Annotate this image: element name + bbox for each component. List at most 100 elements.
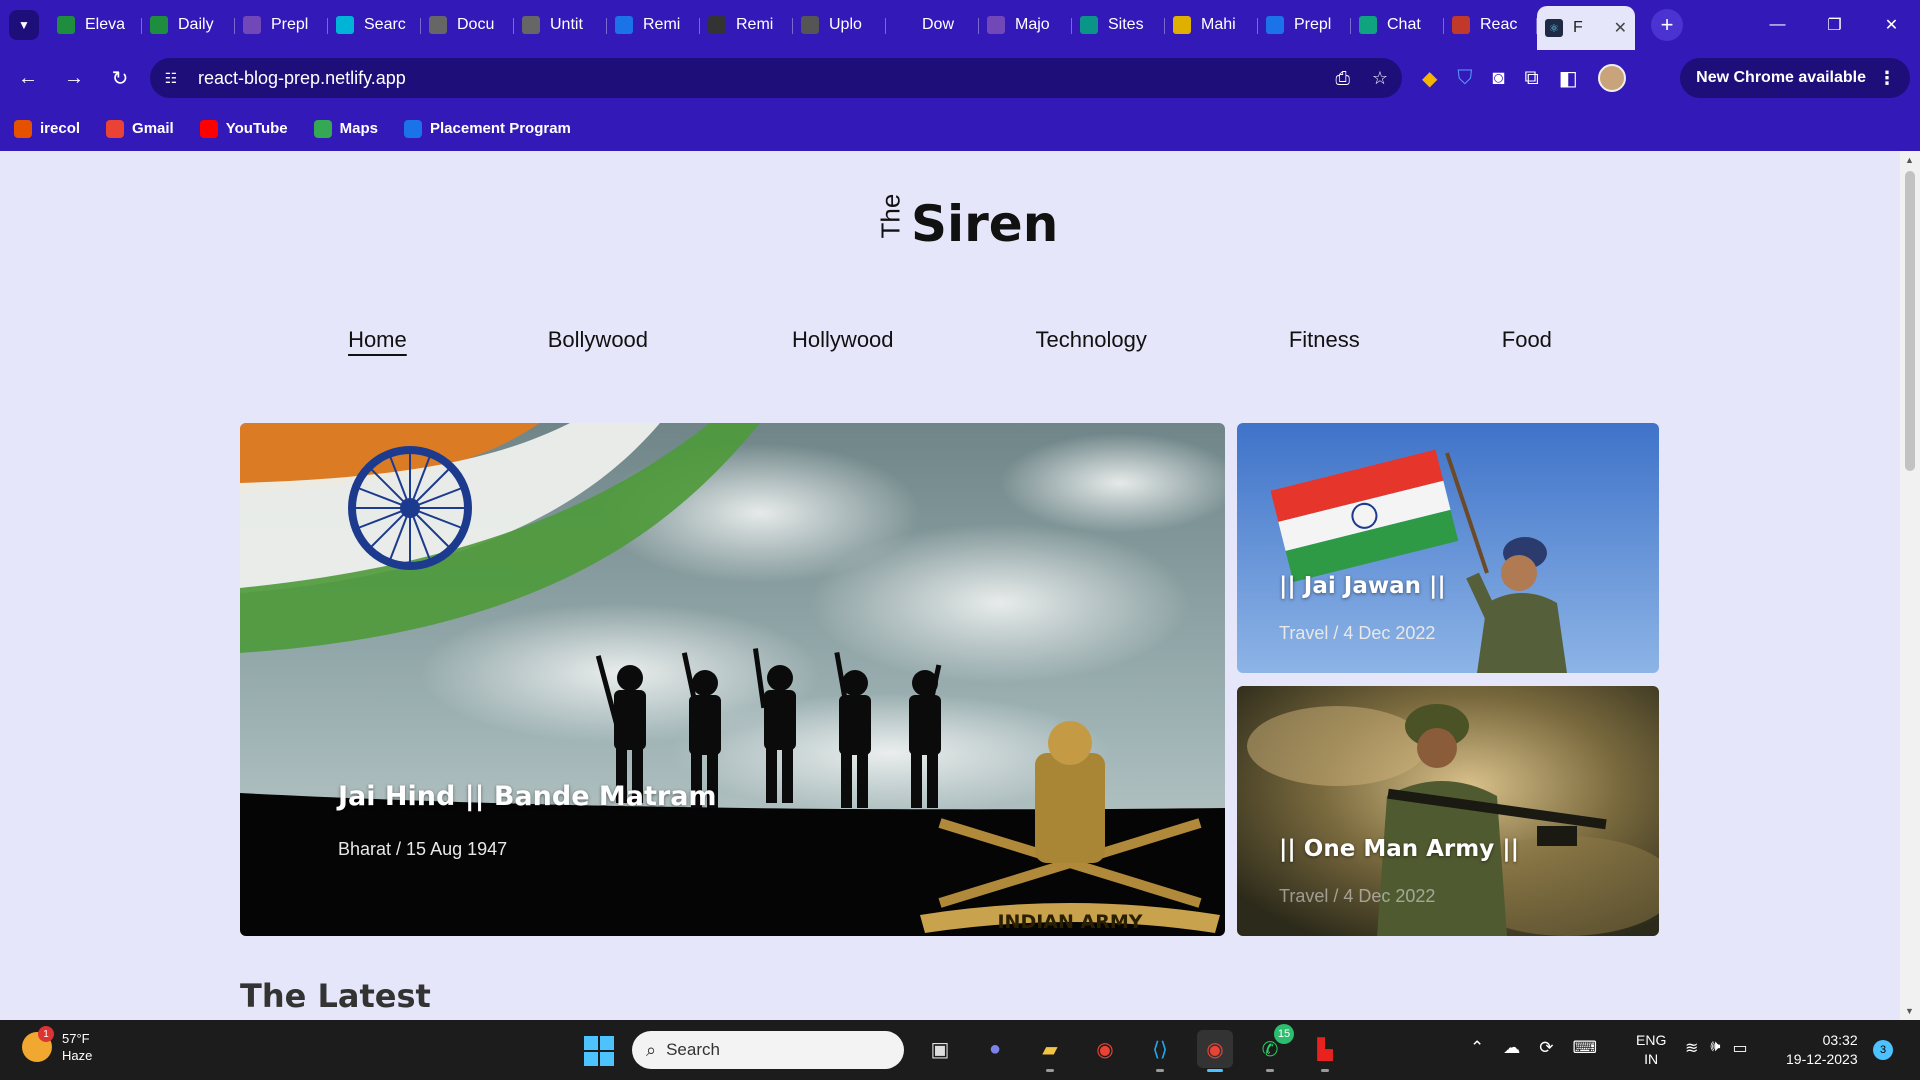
language-indicator[interactable]: ENG IN: [1636, 1031, 1666, 1069]
browser-tab[interactable]: Prepl: [235, 6, 328, 44]
nav-link-technology[interactable]: Technology: [1036, 327, 1147, 353]
address-bar[interactable]: ☷ react-blog-prep.netlify.app ⎙ ☆: [150, 58, 1402, 98]
browser-tab[interactable]: Untit: [514, 6, 607, 44]
notification-badge[interactable]: 3: [1873, 1040, 1893, 1060]
main-navigation: Home Bollywood Hollywood Technology Fitness F…: [0, 327, 1900, 353]
close-window-button[interactable]: ✕: [1863, 0, 1920, 50]
taskbar-apps: ▣ ● ▰ ◉ ⟨⟩ ◉ ✆ 15 ▙: [922, 1024, 1343, 1072]
back-button[interactable]: ←: [8, 58, 48, 98]
scroll-up-icon[interactable]: ▲: [1905, 155, 1914, 165]
minimize-button[interactable]: —: [1749, 0, 1806, 50]
browser-tab[interactable]: Uplo: [793, 6, 886, 44]
new-tab-button[interactable]: +: [1651, 9, 1683, 41]
keyboard-icon[interactable]: ⌨: [1573, 1038, 1598, 1058]
tab-search-button[interactable]: ▼: [9, 10, 39, 40]
update-chrome-button[interactable]: New Chrome available ⋮: [1680, 58, 1910, 98]
hero-main-title[interactable]: Jai Hind || Bande Matram: [338, 781, 717, 812]
forms-icon: [987, 16, 1005, 34]
hero-main-meta: Bharat / 15 Aug 1947: [338, 839, 508, 859]
page-scrollbar[interactable]: ▲ ▼: [1900, 151, 1920, 1020]
latest-heading: The Latest: [240, 977, 431, 1015]
tab-strip: ▼ Eleva Daily Prepl Searc Docu Untit Remi Remi U…: [0, 0, 1920, 50]
nav-link-fitness[interactable]: Fitness: [1289, 327, 1360, 353]
clock[interactable]: 03:32 19-12-2023: [1786, 1031, 1858, 1069]
sync-icon[interactable]: ⟳: [1539, 1038, 1553, 1058]
file-explorer-button[interactable]: ▰: [1032, 1030, 1068, 1072]
weather-badge: 1: [38, 1026, 54, 1042]
puzzle-extensions-icon[interactable]: ⧉: [1524, 67, 1538, 90]
chevron-up-icon[interactable]: ⌃: [1470, 1038, 1484, 1058]
quick-settings[interactable]: ≋ 🕪 ▭: [1685, 1038, 1748, 1058]
reload-button[interactable]: ↻: [100, 58, 140, 98]
browser-tab[interactable]: Daily: [142, 6, 235, 44]
bookmark-item[interactable]: YouTube: [199, 119, 288, 138]
tab-label: Mahi: [1201, 16, 1236, 33]
bookmark-item[interactable]: Gmail: [106, 119, 174, 138]
shield-extension-icon[interactable]: ⛉: [1457, 67, 1472, 90]
diamond-icon: [1080, 16, 1098, 34]
hero-main-card[interactable]: INDIAN ARMY Jai Hind || Bande Matram Bha…: [240, 423, 1225, 936]
close-tab-icon[interactable]: ✕: [1614, 18, 1627, 38]
start-button[interactable]: [584, 1036, 614, 1066]
bookmark-item[interactable]: Placement Program: [404, 119, 571, 138]
browser-tab[interactable]: Remi: [607, 6, 700, 44]
browser-tab[interactable]: Mahi: [1165, 6, 1258, 44]
browser-tab[interactable]: Reac: [1444, 6, 1537, 44]
onedrive-icon[interactable]: ☁: [1503, 1038, 1520, 1058]
hero-side-card-2[interactable]: || One Man Army || Travel / 4 Dec 2022: [1237, 686, 1659, 936]
camera-extension-icon[interactable]: ◙: [1492, 67, 1504, 90]
vscode-icon: ⟨⟩: [1152, 1038, 1168, 1061]
bookmark-star-icon[interactable]: ☆: [1372, 68, 1388, 89]
hero-side-card-1[interactable]: || Jai Jawan || Travel / 4 Dec 2022: [1237, 423, 1659, 673]
chrome-icon: ◉: [1206, 1038, 1224, 1061]
browser-tab[interactable]: Dow: [886, 6, 979, 44]
color-picker-extension-icon[interactable]: ◆: [1422, 66, 1437, 91]
url-text[interactable]: react-blog-prep.netlify.app: [198, 68, 406, 89]
web-page: The Siren Home Bollywood Hollywood Technolo…: [0, 151, 1900, 1020]
browser-tab[interactable]: Eleva: [49, 6, 142, 44]
language-line-2: IN: [1644, 1051, 1659, 1067]
vscode-button[interactable]: ⟨⟩: [1142, 1030, 1178, 1072]
browser-tab[interactable]: Majo: [979, 6, 1072, 44]
browser-tab[interactable]: Searc: [328, 6, 421, 44]
arrow-left-icon: ←: [18, 66, 38, 89]
windows-taskbar: 1 57°F Haze ⌕ Search ▣ ● ▰ ◉ ⟨⟩ ◉ ✆ 15 ▙ …: [0, 1020, 1920, 1080]
nav-link-bollywood[interactable]: Bollywood: [548, 327, 648, 353]
nav-link-home[interactable]: Home: [348, 327, 407, 353]
browser-tab[interactable]: Sites: [1072, 6, 1165, 44]
browser-tab[interactable]: Docu: [421, 6, 514, 44]
whatsapp-button[interactable]: ✆ 15: [1252, 1024, 1294, 1072]
hero-side-2-title[interactable]: || One Man Army ||: [1279, 836, 1519, 862]
site-info-button[interactable]: ☷: [156, 63, 186, 93]
browser-tab[interactable]: Remi: [700, 6, 793, 44]
forward-button[interactable]: →: [54, 58, 94, 98]
bookmark-item[interactable]: Maps: [313, 119, 378, 138]
side-panel-icon[interactable]: ◧: [1559, 66, 1578, 91]
restore-button[interactable]: ❐: [1806, 0, 1863, 50]
nav-link-hollywood[interactable]: Hollywood: [792, 327, 894, 353]
nav-link-food[interactable]: Food: [1502, 327, 1552, 353]
scroll-down-icon[interactable]: ▼: [1905, 1006, 1914, 1016]
address-bar-actions: ⎙ ☆: [1335, 68, 1388, 89]
teams-button[interactable]: ●: [977, 1030, 1013, 1068]
window-controls: — ❐ ✕: [1749, 0, 1920, 50]
site-logo[interactable]: The Siren: [876, 193, 1059, 253]
task-view-button[interactable]: ▣: [922, 1030, 958, 1068]
update-label: New Chrome available: [1696, 69, 1866, 86]
scrollbar-thumb[interactable]: [1905, 171, 1915, 471]
browser-tab-active[interactable]: ⚛ F ✕: [1537, 6, 1635, 50]
search-icon: ⌕: [646, 1039, 657, 1060]
chrome-active-button[interactable]: ◉: [1197, 1030, 1233, 1072]
acrobat-button[interactable]: ▙: [1307, 1030, 1343, 1072]
taskbar-search[interactable]: ⌕ Search: [632, 1031, 904, 1069]
install-app-icon[interactable]: ⎙: [1335, 68, 1349, 89]
bookmark-item[interactable]: irecol: [14, 119, 80, 138]
hero-side-2-meta: Travel / 4 Dec 2022: [1279, 886, 1436, 906]
weather-widget[interactable]: 1 57°F Haze: [22, 1026, 92, 1064]
browser-tab[interactable]: Prepl: [1258, 6, 1351, 44]
browser-tab[interactable]: Chat: [1351, 6, 1444, 44]
hero-side-1-title[interactable]: || Jai Jawan ||: [1279, 573, 1446, 599]
profile-avatar[interactable]: [1597, 64, 1626, 92]
more-menu-icon: ⋮: [1878, 67, 1896, 88]
chrome-button[interactable]: ◉: [1087, 1030, 1123, 1068]
